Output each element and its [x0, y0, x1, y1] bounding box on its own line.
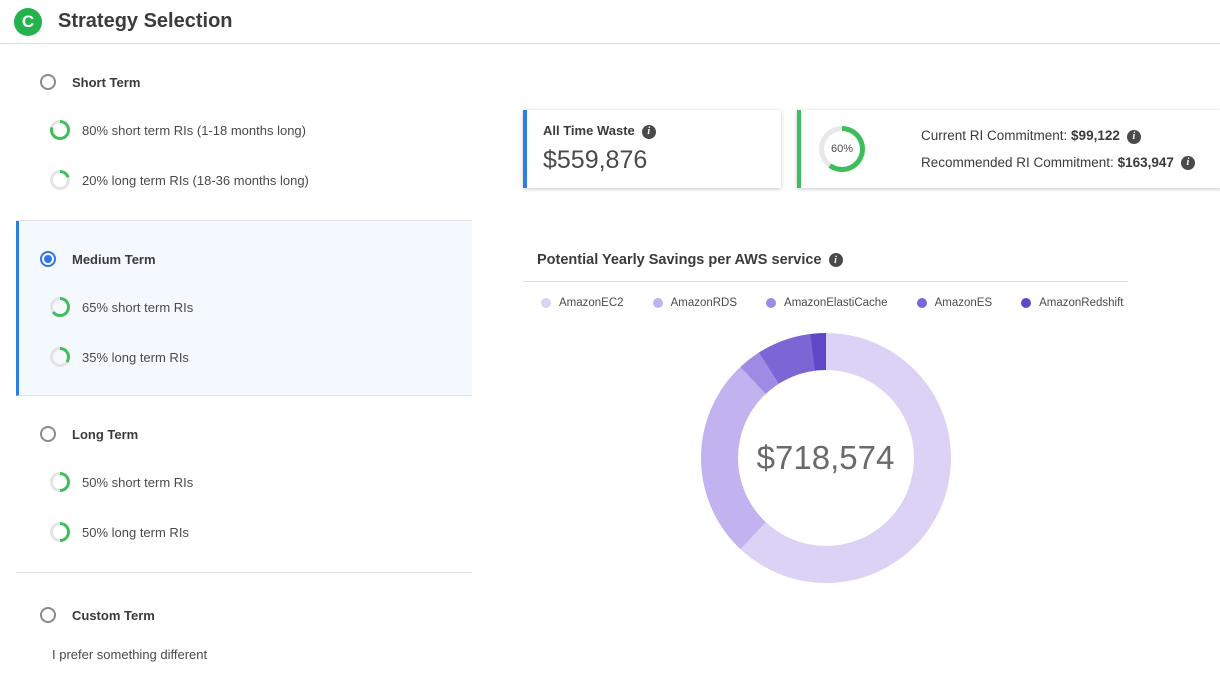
ri-option-label: 80% short term RIs (1-18 months long) [82, 123, 306, 138]
app-header: C Strategy Selection [0, 0, 1220, 44]
legend-label: AmazonRDS [671, 297, 737, 309]
legend-item[interactable]: AmazonRedshift [1021, 297, 1123, 309]
strategy-group-custom-term: Custom Term I prefer something different [16, 573, 472, 692]
savings-title: Potential Yearly Savings per AWS service [537, 252, 822, 268]
ri-option-label: 35% long term RIs [82, 350, 189, 365]
commitment-lines: Current RI Commitment: $99,122 Recommend… [921, 128, 1195, 170]
current-commitment-label: Current RI Commitment: [921, 128, 1067, 143]
recommended-commitment-value: $163,947 [1118, 155, 1174, 170]
savings-donut-chart: $718,574 [701, 333, 951, 583]
progress-ring-icon [50, 170, 70, 190]
radio-short-term[interactable] [40, 74, 56, 90]
ri-option: 80% short term RIs (1-18 months long) [50, 120, 472, 140]
progress-ring-icon [50, 347, 70, 367]
radio-custom-term[interactable] [40, 607, 56, 623]
strategy-list: Short Term 80% short term RIs (1-18 mont… [16, 44, 472, 692]
legend-dot-icon [917, 298, 927, 308]
strategy-label: Medium Term [72, 252, 156, 267]
ri-option-label: 50% short term RIs [82, 475, 193, 490]
info-icon[interactable] [1127, 130, 1141, 144]
legend-dot-icon [766, 298, 776, 308]
strategy-group-long-term: Long Term 50% short term RIs 50% long te… [16, 396, 472, 573]
legend-label: AmazonRedshift [1039, 297, 1123, 309]
radio-long-term[interactable] [40, 426, 56, 442]
progress-ring-icon [50, 120, 70, 140]
legend-item[interactable]: AmazonES [917, 297, 993, 309]
current-commitment-value: $99,122 [1071, 128, 1120, 143]
legend-dot-icon [653, 298, 663, 308]
legend-dot-icon [1021, 298, 1031, 308]
legend-label: AmazonEC2 [559, 297, 624, 309]
radio-medium-term[interactable] [40, 251, 56, 267]
savings-panel: Potential Yearly Savings per AWS service… [523, 252, 1128, 583]
savings-total: $718,574 [701, 333, 951, 583]
commitment-percent-ring: 60% [819, 126, 865, 172]
donut-wrap: $718,574 [523, 333, 1128, 583]
legend-item[interactable]: AmazonElastiCache [766, 297, 888, 309]
info-icon[interactable] [829, 253, 843, 267]
legend-dot-icon [541, 298, 551, 308]
info-icon[interactable] [642, 125, 656, 139]
legend-label: AmazonES [935, 297, 993, 309]
strategy-label: Short Term [72, 75, 140, 90]
legend-label: AmazonElastiCache [784, 297, 888, 309]
strategy-label: Long Term [72, 427, 138, 442]
progress-ring-icon [50, 297, 70, 317]
custom-term-description: I prefer something different [52, 647, 472, 662]
recommended-commitment-label: Recommended RI Commitment: [921, 155, 1114, 170]
current-commitment-line: Current RI Commitment: $99,122 [921, 128, 1195, 143]
ri-option: 50% short term RIs [50, 472, 472, 492]
strategy-group-medium-term: Medium Term 65% short term RIs 35% long … [16, 221, 472, 396]
waste-card-title-text: All Time Waste [543, 123, 635, 138]
ri-option-label: 20% long term RIs (18-36 months long) [82, 173, 309, 188]
commitment-percent-label: 60% [819, 126, 865, 172]
progress-ring-icon [50, 522, 70, 542]
ri-option: 20% long term RIs (18-36 months long) [50, 170, 472, 190]
chart-legend: AmazonEC2 AmazonRDS AmazonElastiCache Amazo… [541, 297, 1128, 309]
summary-cards: All Time Waste $559,876 60% Current RI C… [523, 110, 1220, 188]
all-time-waste-card: All Time Waste $559,876 [523, 110, 781, 188]
strategy-option-medium-term[interactable]: Medium Term [40, 251, 472, 267]
ri-option-label: 65% short term RIs [82, 300, 193, 315]
strategy-label: Custom Term [72, 608, 155, 623]
strategy-option-custom-term[interactable]: Custom Term [40, 607, 472, 623]
recommended-commitment-line: Recommended RI Commitment: $163,947 [921, 155, 1195, 170]
ri-option: 35% long term RIs [50, 347, 472, 367]
ri-option: 65% short term RIs [50, 297, 472, 317]
brand-logo-icon: C [14, 8, 42, 36]
strategy-group-short-term: Short Term 80% short term RIs (1-18 mont… [16, 44, 472, 221]
ri-option-label: 50% long term RIs [82, 525, 189, 540]
ri-commitment-card: 60% Current RI Commitment: $99,122 Recom… [797, 110, 1220, 188]
page-title: Strategy Selection [58, 10, 233, 33]
progress-ring-icon [50, 472, 70, 492]
savings-title-row: Potential Yearly Savings per AWS service [523, 252, 1128, 268]
waste-card-value: $559,876 [543, 146, 765, 175]
divider [523, 281, 1128, 282]
strategy-option-short-term[interactable]: Short Term [40, 74, 472, 90]
info-icon[interactable] [1181, 156, 1195, 170]
legend-item[interactable]: AmazonRDS [653, 297, 737, 309]
strategy-option-long-term[interactable]: Long Term [40, 426, 472, 442]
legend-item[interactable]: AmazonEC2 [541, 297, 624, 309]
waste-card-title: All Time Waste [543, 123, 765, 139]
ri-option: 50% long term RIs [50, 522, 472, 542]
